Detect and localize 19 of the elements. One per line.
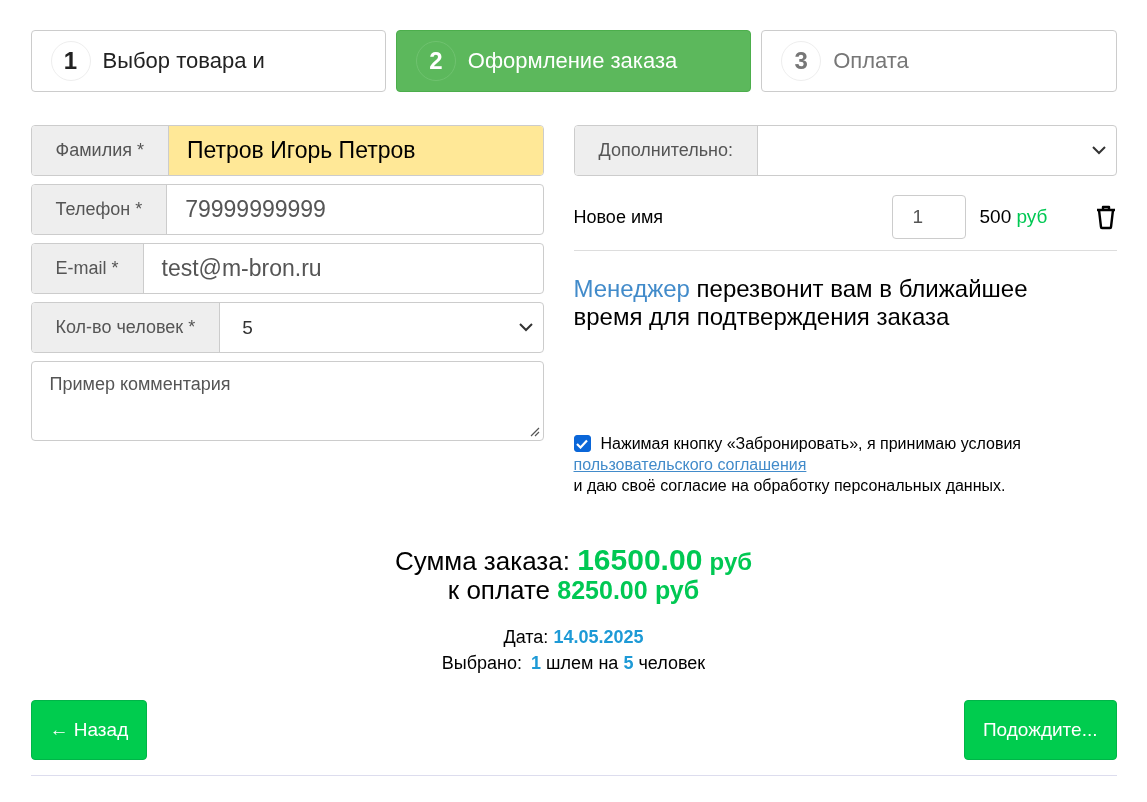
quantity-field[interactable]: 1 bbox=[891, 195, 966, 239]
consent-text: и даю своё согласие на обработку персональных данных. bbox=[573, 476, 1007, 496]
selection-summary: Выбрано: 1 шлем на 5 человек bbox=[441, 652, 706, 675]
order-total: Сумма заказа: 16500.00 руб bbox=[394, 546, 753, 576]
item-price: 500 руб bbox=[979, 206, 1049, 228]
order-date: Дата: 14.05.2025 bbox=[503, 626, 644, 649]
step-label: Оформление заказа bbox=[467, 48, 678, 74]
item-name: Новое имя bbox=[573, 206, 665, 228]
notice-text: Менеджер перезвонит вам в ближайшее время для подтверждения заказа bbox=[573, 275, 1029, 331]
agreement-link[interactable]: пользовательского соглашения bbox=[573, 454, 807, 475]
consent-text: Нажимая кнопку «Забронировать», я принимаю условия bbox=[600, 434, 1021, 454]
comment-field[interactable]: Пример комментария bbox=[30, 361, 544, 441]
resize-handle-icon[interactable] bbox=[529, 427, 540, 437]
consent-checkbox[interactable] bbox=[573, 435, 591, 452]
amount-to-pay: к оплате 8250.00 руб bbox=[447, 576, 700, 604]
step-label: Оплата bbox=[833, 48, 909, 74]
trash-icon[interactable] bbox=[1094, 204, 1117, 230]
step-label: Выбор товара и bbox=[102, 48, 265, 74]
step-tab[interactable]: 1 Выбор товара и bbox=[30, 30, 386, 92]
